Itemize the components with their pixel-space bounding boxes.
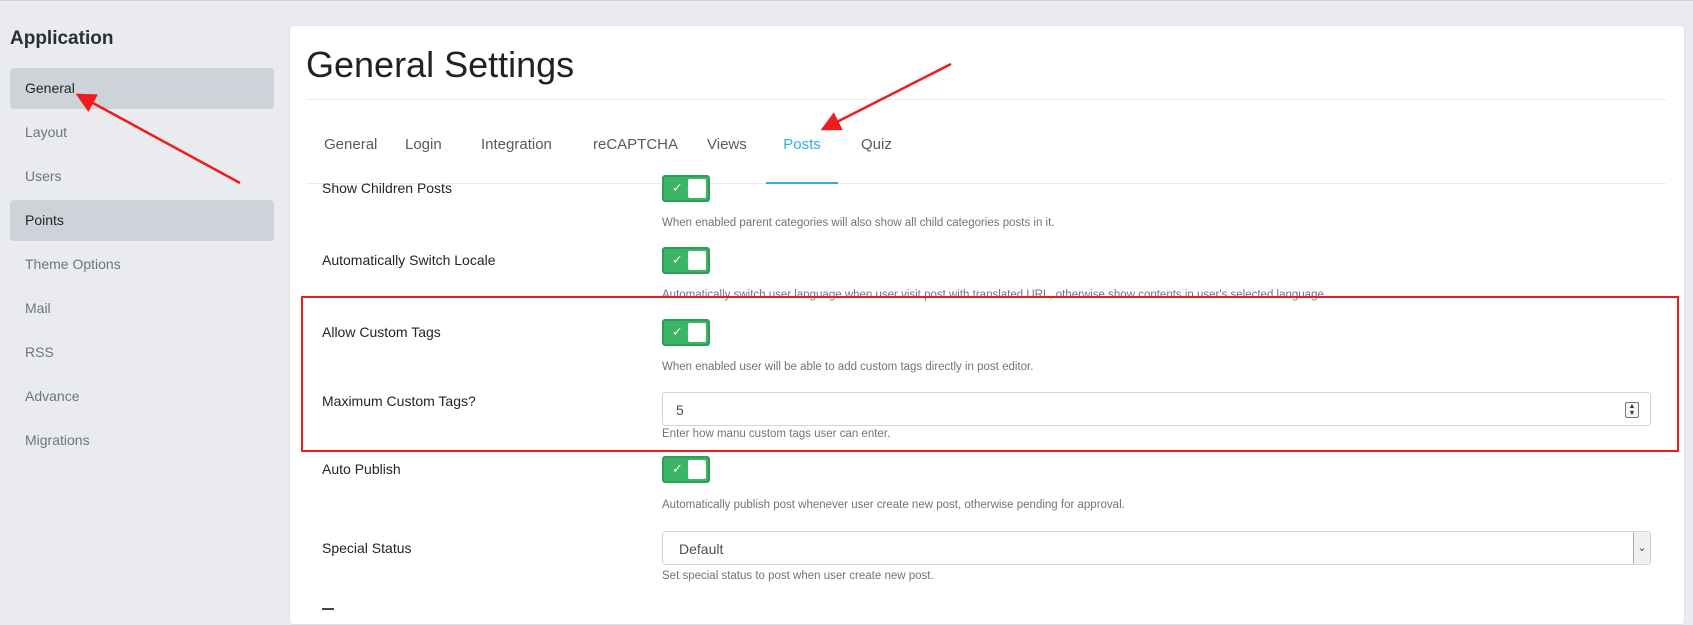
annotation-arrows [75, 62, 952, 185]
arrow-to-posts-tab [820, 62, 952, 131]
arrow-to-general [75, 93, 241, 185]
next-row-stub [322, 608, 334, 610]
